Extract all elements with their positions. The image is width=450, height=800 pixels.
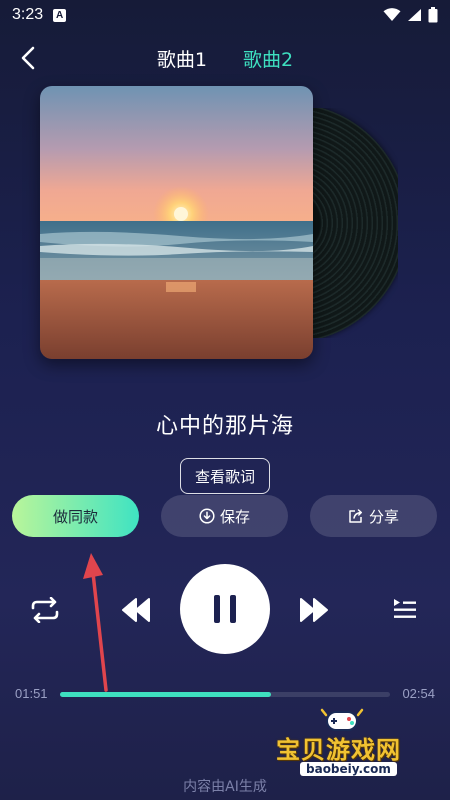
make-same-button[interactable]: 做同款 (12, 495, 139, 537)
next-track-button[interactable] (296, 594, 332, 626)
ai-generated-note: 内容由AI生成 (183, 779, 267, 795)
top-bar: 歌曲1 歌曲2 (0, 36, 450, 80)
download-circle-icon (199, 508, 215, 524)
previous-icon (122, 598, 150, 622)
share-label: 分享 (368, 507, 399, 526)
status-time: 3:23 (12, 6, 44, 23)
make-same-label: 做同款 (52, 507, 98, 526)
current-time: 01:51 (15, 686, 48, 701)
next-icon (300, 598, 328, 622)
annotation-arrow (83, 553, 108, 692)
watermark-text: 宝贝游戏网 (276, 736, 401, 764)
song-tabs: 歌曲1 歌曲2 (157, 45, 293, 72)
battery-icon (428, 7, 438, 23)
playlist-icon (394, 599, 416, 618)
view-lyrics-button[interactable]: 查看歌词 (180, 458, 270, 494)
back-button[interactable] (14, 44, 42, 72)
song-title: 心中的那片海 (155, 414, 294, 439)
status-indicators (383, 7, 438, 23)
tab-song-1[interactable]: 歌曲1 (157, 45, 207, 72)
playlist-button[interactable] (388, 594, 422, 626)
previous-track-button[interactable] (118, 594, 154, 626)
app-notification-icon: A (53, 8, 67, 22)
status-bar: 3:23 A (0, 0, 450, 30)
sunset-sea-image (40, 86, 313, 359)
pause-button[interactable] (180, 564, 270, 654)
tab-song-2[interactable]: 歌曲2 (243, 45, 293, 72)
share-icon (349, 509, 363, 523)
pause-icon (214, 595, 236, 623)
share-button[interactable]: 分享 (310, 495, 437, 537)
repeat-icon (31, 597, 59, 623)
cellular-signal-icon (408, 9, 421, 21)
wifi-icon (383, 8, 401, 21)
watermark-logo: 宝贝游戏网 baobeiy.com (270, 708, 420, 783)
action-row: 做同款 保存 分享 (12, 495, 438, 539)
total-time: 02:54 (402, 686, 435, 701)
player-controls (0, 560, 450, 660)
progress-bar: 01:51 02:54 (0, 684, 450, 704)
save-label: 保存 (219, 507, 250, 526)
chevron-left-icon (21, 46, 35, 70)
repeat-button[interactable] (27, 594, 63, 626)
album-cover (40, 86, 313, 359)
save-button[interactable]: 保存 (161, 495, 288, 537)
watermark-url: baobeiy.com (300, 762, 397, 776)
